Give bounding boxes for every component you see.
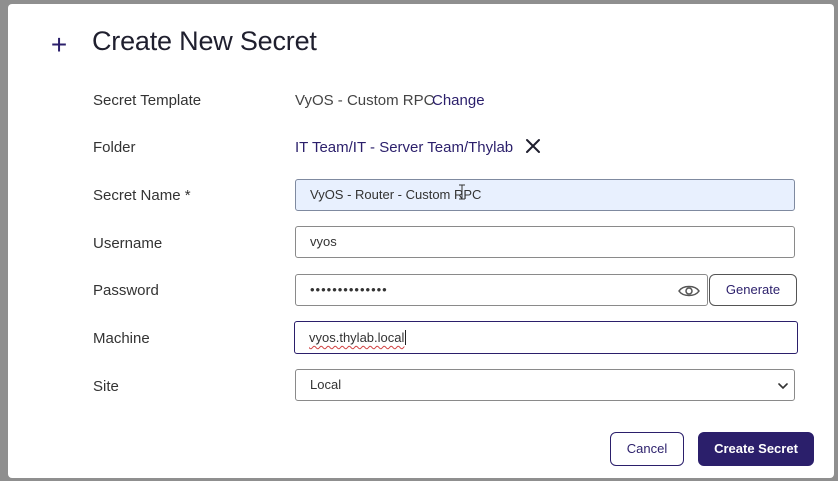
- username-label: Username: [93, 235, 163, 252]
- site-select[interactable]: Local: [295, 369, 795, 401]
- folder-path-link[interactable]: IT Team/IT - Server Team/Thylab: [295, 139, 513, 156]
- password-label: Password: [93, 282, 159, 299]
- secret-template-label: Secret Template: [93, 92, 202, 109]
- machine-label: Machine: [93, 330, 150, 347]
- eye-icon[interactable]: [678, 284, 700, 298]
- plus-icon: +: [50, 29, 68, 60]
- machine-input-text: vyos.thylab.local: [309, 330, 405, 345]
- chevron-down-icon[interactable]: [778, 382, 788, 390]
- site-label: Site: [93, 378, 119, 395]
- secret-name-label: Secret Name *: [93, 187, 191, 204]
- secret-name-input[interactable]: VyOS - Router - Custom RPC: [295, 179, 795, 211]
- password-input[interactable]: ••••••••••••••: [295, 274, 708, 306]
- create-secret-dialog: + Create New Secret Secret Template VyOS…: [8, 4, 834, 478]
- text-cursor-icon: [459, 184, 465, 200]
- change-template-link[interactable]: Change: [432, 92, 485, 109]
- machine-input[interactable]: vyos.thylab.local: [294, 321, 798, 354]
- username-input[interactable]: vyos: [295, 226, 795, 258]
- create-secret-button[interactable]: Create Secret: [698, 432, 814, 466]
- cancel-button[interactable]: Cancel: [610, 432, 684, 466]
- dialog-title: Create New Secret: [92, 26, 317, 56]
- close-icon[interactable]: [525, 138, 541, 154]
- folder-label: Folder: [93, 139, 136, 156]
- text-caret: [405, 330, 407, 345]
- generate-button[interactable]: Generate: [709, 274, 797, 306]
- secret-template-value: VyOS - Custom RPC: [295, 92, 435, 109]
